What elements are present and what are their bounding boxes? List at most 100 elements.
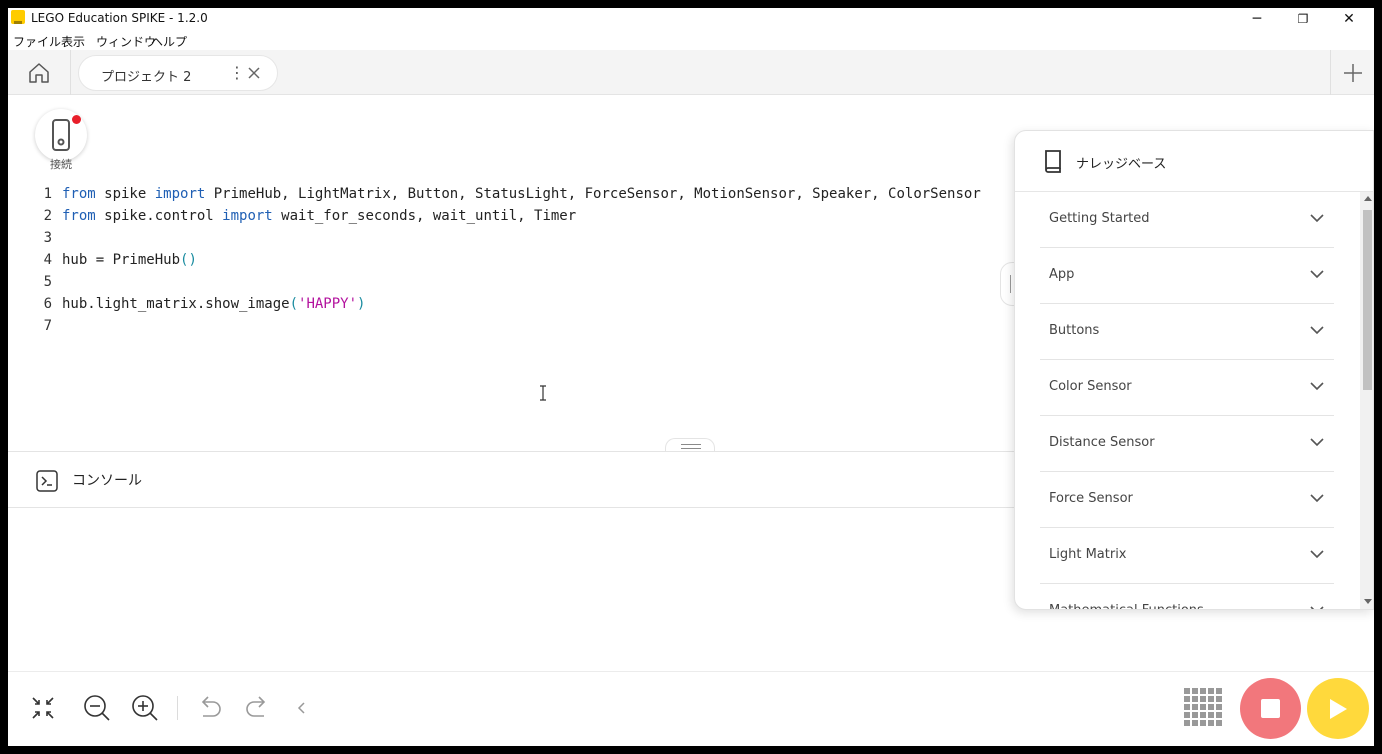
code-keyword: import	[154, 186, 206, 202]
scroll-down-arrow-icon[interactable]	[1364, 599, 1372, 604]
minimize-button[interactable]: ─	[1234, 8, 1280, 30]
knowledge-base-item[interactable]: Mathematical Functions	[1040, 584, 1334, 610]
knowledge-base-item[interactable]: App	[1040, 248, 1334, 304]
stop-button[interactable]	[1240, 678, 1301, 739]
connect-button[interactable]	[35, 109, 87, 161]
matrix-pixel	[1192, 696, 1198, 702]
chevron-down-icon[interactable]	[1310, 325, 1324, 335]
add-tab-button[interactable]	[1338, 58, 1368, 88]
console-title: コンソール	[72, 473, 142, 489]
code-line[interactable]: 7	[8, 315, 1008, 337]
code-line[interactable]: 1 from spike import PrimeHub, LightMatrix…	[8, 183, 1008, 205]
restore-button[interactable]: ❐	[1280, 8, 1326, 30]
menu-view[interactable]: 表示	[61, 33, 85, 50]
knowledge-base-item[interactable]: Getting Started	[1040, 192, 1334, 248]
matrix-pixel	[1184, 720, 1190, 726]
knowledge-base-header: ナレッジベース	[1015, 131, 1373, 192]
scroll-up-arrow-icon[interactable]	[1364, 196, 1372, 201]
knowledge-base-item-label: Distance Sensor	[1049, 435, 1155, 450]
redo-icon	[246, 696, 266, 717]
zoom-out-button[interactable]	[81, 692, 113, 724]
menu-help[interactable]: ヘルプ	[151, 33, 187, 50]
code-text[interactable]: hub.light_matrix.show_image('HAPPY')	[62, 293, 365, 315]
code-token: hub.light_matrix.show_image	[62, 296, 290, 312]
line-number: 7	[43, 318, 52, 334]
code-paren: )	[357, 296, 366, 312]
code-paren: (	[289, 296, 299, 312]
code-text[interactable]: hub = PrimeHub()	[62, 249, 197, 271]
line-number: 6	[43, 296, 52, 312]
resize-handle[interactable]	[665, 438, 715, 452]
tab-options-icon[interactable]: ⋮	[229, 62, 245, 84]
connection-status-indicator	[72, 115, 81, 124]
console-icon	[36, 470, 58, 492]
chevron-down-icon[interactable]	[1310, 269, 1324, 279]
matrix-pixel	[1208, 696, 1214, 702]
menu-window[interactable]: ウィンドウ	[96, 33, 156, 50]
home-icon	[29, 63, 49, 83]
previous-button[interactable]	[286, 692, 318, 724]
knowledge-base-item-label: App	[1049, 267, 1075, 282]
knowledge-base-item[interactable]: Distance Sensor	[1040, 416, 1334, 472]
matrix-pixel	[1184, 704, 1190, 710]
run-button[interactable]	[1307, 678, 1369, 739]
matrix-pixel	[1200, 704, 1206, 710]
matrix-pixel	[1184, 712, 1190, 718]
tab-bar: プロジェクト 2 ⋮	[8, 50, 1374, 95]
light-matrix-icon	[1184, 688, 1222, 726]
chevron-down-icon[interactable]	[1310, 381, 1324, 391]
chevron-down-icon[interactable]	[1310, 437, 1324, 447]
close-window-button[interactable]: ✕	[1326, 8, 1372, 30]
chevron-down-icon[interactable]	[1310, 549, 1324, 559]
code-line[interactable]: 6 hub.light_matrix.show_image('HAPPY')	[8, 293, 1008, 315]
knowledge-base-item-label: Mathematical Functions	[1049, 603, 1204, 609]
matrix-pixel	[1184, 688, 1190, 694]
tab-project[interactable]: プロジェクト 2 ⋮	[78, 55, 278, 91]
bottom-toolbar	[8, 671, 1374, 754]
app-logo-icon	[11, 10, 25, 24]
knowledge-base-item[interactable]: Light Matrix	[1040, 528, 1334, 584]
title-bar: LEGO Education SPIKE - 1.2.0 ─ ❐ ✕	[8, 8, 1374, 30]
zoom-in-icon	[132, 695, 158, 721]
code-line[interactable]: 3	[8, 227, 1008, 249]
matrix-pixel	[1208, 688, 1214, 694]
code-keyword: from	[62, 186, 96, 202]
zoom-in-button[interactable]	[129, 692, 161, 724]
matrix-pixel	[1216, 696, 1222, 702]
code-string: 'HAPPY'	[298, 296, 358, 312]
chevron-down-icon[interactable]	[1310, 493, 1324, 503]
code-keyword: import	[222, 208, 273, 224]
code-line[interactable]: 5	[8, 271, 1008, 293]
code-text[interactable]: from spike import PrimeHub, LightMatrix,…	[62, 183, 981, 205]
knowledge-base-item[interactable]: Color Sensor	[1040, 360, 1334, 416]
divider	[177, 696, 178, 720]
knowledge-base-item[interactable]: Buttons	[1040, 304, 1334, 360]
code-line[interactable]: 2 from spike.control import wait_for_seco…	[8, 205, 1008, 227]
chevron-down-icon[interactable]	[1310, 213, 1324, 223]
code-token: PrimeHub, LightMatrix, Button, StatusLig…	[205, 186, 981, 202]
code-token: hub = PrimeHub	[62, 252, 181, 268]
menu-file[interactable]: ファイル	[13, 33, 61, 50]
matrix-pixel	[1192, 712, 1198, 718]
light-matrix-button[interactable]	[1182, 686, 1224, 728]
matrix-pixel	[1216, 704, 1222, 710]
knowledge-base-item-label: Light Matrix	[1049, 547, 1127, 562]
knowledge-base-item-label: Force Sensor	[1049, 491, 1133, 506]
scrollbar-thumb[interactable]	[1363, 210, 1372, 390]
redo-button[interactable]	[241, 692, 273, 724]
line-number: 5	[43, 274, 52, 290]
tab-close-icon[interactable]	[245, 64, 263, 82]
undo-button[interactable]	[194, 692, 226, 724]
matrix-pixel	[1200, 696, 1206, 702]
app-window: LEGO Education SPIKE - 1.2.0 ─ ❐ ✕ ファイル …	[8, 8, 1374, 754]
divider	[70, 50, 71, 95]
knowledge-base-item[interactable]: Force Sensor	[1040, 472, 1334, 528]
code-line[interactable]: 4 hub = PrimeHub()	[8, 249, 1008, 271]
home-button[interactable]	[20, 58, 58, 88]
chevron-down-icon[interactable]	[1310, 605, 1324, 610]
undo-icon	[201, 696, 221, 717]
divider	[1330, 50, 1331, 95]
collapse-button[interactable]	[27, 692, 59, 724]
code-text[interactable]: from spike.control import wait_for_secon…	[62, 205, 576, 227]
scrollbar[interactable]	[1360, 192, 1373, 609]
